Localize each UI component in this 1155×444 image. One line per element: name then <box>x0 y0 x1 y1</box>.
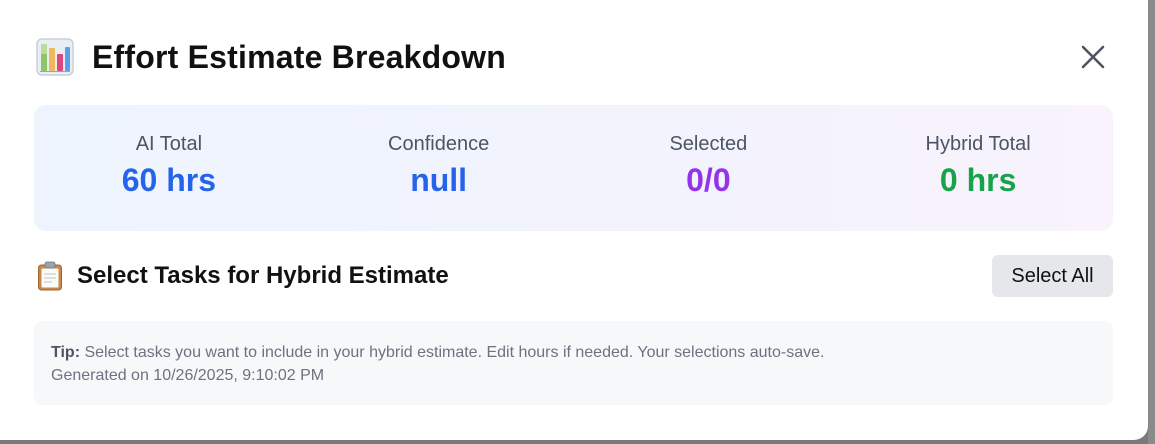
stat-value: null <box>410 162 468 198</box>
stat-selected: Selected 0/0 <box>574 105 844 231</box>
tip-line: Tip: Select tasks you want to include in… <box>51 341 1113 364</box>
stat-label: Hybrid Total <box>925 133 1031 155</box>
summary-stats-panel: AI Total 60 hrs Confidence null Selected… <box>34 105 1113 231</box>
tip-text: Select tasks you want to include in your… <box>80 344 825 361</box>
modal-header: Effort Estimate Breakdown <box>36 38 506 76</box>
close-button[interactable] <box>1074 38 1112 76</box>
stat-value: 60 hrs <box>121 162 217 198</box>
stat-label: AI Total <box>135 133 203 155</box>
bar-chart-icon <box>36 38 74 76</box>
stat-label: Selected <box>669 133 748 155</box>
section-title: Select Tasks for Hybrid Estimate <box>77 262 449 289</box>
tip-label: Tip: <box>51 344 81 361</box>
modal-title: Effort Estimate Breakdown <box>92 38 506 75</box>
page-scrollbar[interactable] <box>1148 0 1155 444</box>
tip-box: Tip: Select tasks you want to include in… <box>34 321 1113 405</box>
stat-confidence: Confidence null <box>304 105 574 231</box>
close-icon <box>1081 45 1105 69</box>
stat-ai-total: AI Total 60 hrs <box>34 105 304 231</box>
stat-label: Confidence <box>388 133 490 155</box>
stat-value: 0/0 <box>686 162 731 198</box>
task-selection-header: Select Tasks for Hybrid Estimate Select … <box>37 255 1113 297</box>
clipboard-icon <box>38 261 62 291</box>
stat-value: 0 hrs <box>939 162 1017 198</box>
section-title-group: Select Tasks for Hybrid Estimate <box>37 261 449 291</box>
generated-timestamp: Generated on 10/26/2025, 9:10:02 PM <box>51 367 325 384</box>
select-all-button[interactable]: Select All <box>992 255 1113 297</box>
stat-hybrid-total: Hybrid Total 0 hrs <box>843 105 1113 231</box>
effort-estimate-modal: Effort Estimate Breakdown AI Total 60 hr… <box>0 0 1148 440</box>
